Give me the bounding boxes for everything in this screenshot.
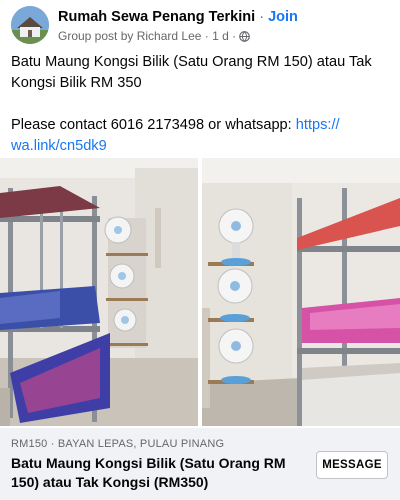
house-photo-icon: [11, 6, 49, 44]
post-header: Rumah Sewa Penang Terkini · Join Group p…: [0, 0, 400, 50]
post-text-line: Batu Maung Kongsi Bilik (Satu Orang RM 1…: [11, 54, 372, 70]
whatsapp-link[interactable]: https://: [296, 117, 340, 133]
message-button[interactable]: MESSAGE: [316, 451, 388, 479]
room-photo-right[interactable]: [202, 158, 400, 426]
room-photo-left[interactable]: [0, 158, 198, 426]
group-name-link[interactable]: Rumah Sewa Penang Terkini: [58, 9, 255, 25]
post-meta: Group post by Richard Lee · 1 d ·: [58, 29, 237, 43]
listing-price-location: RM150 · BAYAN LEPAS, PULAU PINANG: [11, 438, 225, 450]
bunk-bed-photo: [0, 158, 198, 426]
post-body: Batu Maung Kongsi Bilik (Satu Orang RM 1…: [11, 52, 391, 157]
join-button[interactable]: Join: [268, 9, 298, 25]
whatsapp-link-continued[interactable]: wa.link/cn5dk9: [11, 138, 107, 154]
photo-gallery: [0, 158, 400, 426]
bunk-bed-photo: [202, 158, 400, 426]
header-separator: ·: [259, 9, 265, 25]
group-avatar[interactable]: [11, 6, 49, 44]
contact-text: Please contact 6016 2173498 or whatsapp:: [11, 117, 296, 133]
listing-title[interactable]: Batu Maung Kongsi Bilik (Satu Orang RM 1…: [11, 454, 306, 492]
post-text-line: Kongsi Bilik RM 350: [11, 75, 142, 91]
contact-line: Please contact 6016 2173498 or whatsapp:…: [11, 115, 391, 136]
globe-icon: [239, 31, 251, 42]
